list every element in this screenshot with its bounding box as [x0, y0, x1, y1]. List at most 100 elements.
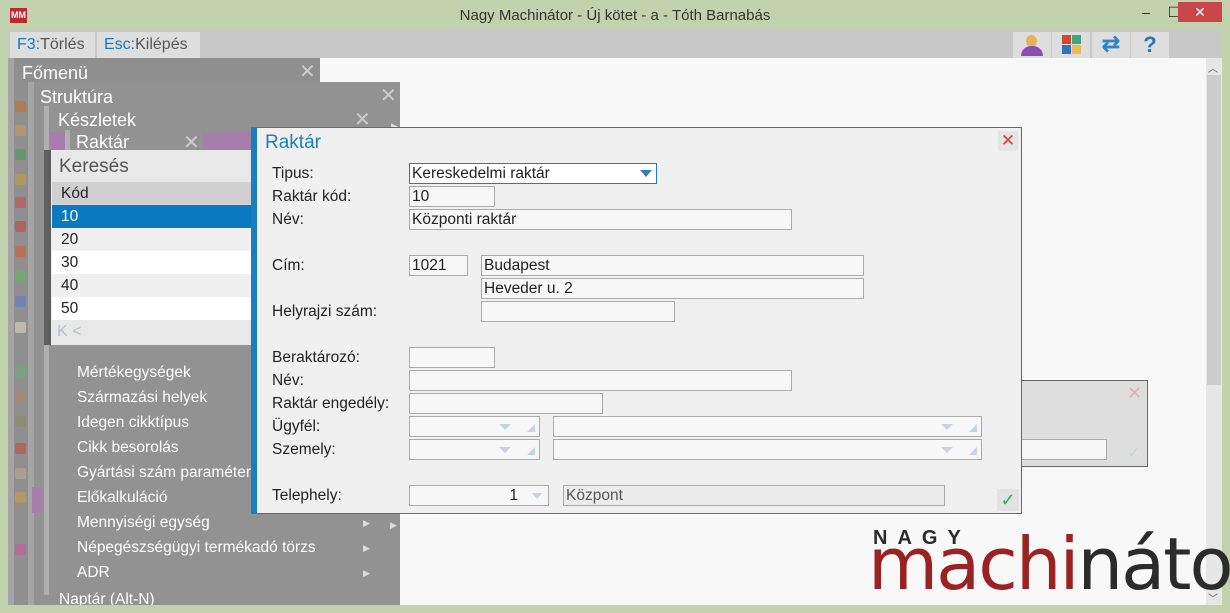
menu-item[interactable]: Cikk besorolás [77, 439, 179, 457]
close-icon[interactable]: ✕ [1127, 383, 1142, 404]
menu-title-keszletek[interactable]: Készletek [58, 110, 136, 131]
menu-item[interactable]: Idegen cikktípus [77, 414, 189, 432]
label: Név: [272, 211, 304, 228]
label: Telephely: [272, 487, 342, 504]
menu-item[interactable]: Gyártási szám paraméter [77, 464, 251, 482]
panel-edge [8, 58, 14, 605]
submenu-arrow-icon: ▶ [363, 568, 370, 578]
tiles-icon[interactable] [1052, 32, 1090, 58]
menu-icon[interactable] [15, 322, 26, 333]
menu-item[interactable]: Származási helyek [77, 389, 207, 407]
submenu-arrow-icon: ▶ [390, 520, 397, 530]
panel-edge [65, 130, 70, 150]
dialog-title: Raktár [265, 132, 321, 153]
menu-icon[interactable] [15, 271, 26, 282]
menu-icon[interactable] [15, 101, 26, 112]
ugyfel-name-combo[interactable] [553, 416, 982, 437]
menu-icon[interactable] [15, 296, 26, 307]
menu-item[interactable]: Népegészségügyi termékadó törzs [77, 539, 316, 557]
menu-highlight [50, 132, 65, 150]
check-icon[interactable]: ✓ [1127, 443, 1140, 463]
table-row[interactable]: 10 [52, 205, 251, 228]
menu-icon[interactable] [15, 246, 26, 257]
panel-edge [44, 345, 49, 595]
label: Beraktározó: [272, 349, 360, 366]
menu-icon[interactable] [15, 544, 26, 555]
menu-icon[interactable] [15, 443, 26, 454]
search-title: Keresés [59, 156, 129, 177]
logo: machinátor [868, 528, 1230, 600]
label: Cím: [272, 257, 305, 274]
pager-first-prev-icon[interactable]: K < [57, 323, 81, 341]
logo-part-dark: nátor [1077, 522, 1230, 606]
logo-part-red: machi [868, 522, 1079, 606]
switch-arrows-icon[interactable]: ⇄ [1092, 32, 1130, 58]
helyrajzi-input[interactable] [481, 301, 675, 322]
delete-button[interactable]: F3:Törlés [10, 32, 95, 58]
button-label: Kilépés [135, 36, 188, 53]
menu-icon[interactable] [15, 197, 26, 208]
minimize-button[interactable]: – [1132, 2, 1160, 22]
close-icon[interactable]: ✕ [380, 83, 397, 108]
scroll-up-icon[interactable]: ︿ [1208, 60, 1218, 75]
menu-item[interactable]: ADR [77, 564, 110, 582]
menu-icon[interactable] [15, 366, 26, 377]
street-input[interactable]: Heveder u. 2 [481, 278, 864, 299]
beraktarozo-nev-input[interactable] [409, 370, 792, 391]
menu-icon[interactable] [15, 149, 26, 160]
raktar-kod-input[interactable]: 10 [409, 186, 495, 207]
user-icon[interactable] [1013, 32, 1051, 58]
selected-value: 1 [509, 487, 518, 504]
exit-button[interactable]: Esc:Kilépés [97, 32, 200, 58]
nev-input[interactable]: Központi raktár [409, 209, 792, 230]
table-row[interactable]: 50 [52, 297, 251, 320]
chevron-down-icon[interactable] [640, 170, 652, 177]
engedely-input[interactable] [409, 393, 603, 414]
text-input[interactable] [1021, 439, 1107, 460]
help-icon[interactable]: ? [1131, 32, 1169, 58]
menu-icon[interactable] [15, 391, 26, 402]
label: Helyrajzi szám: [272, 303, 378, 320]
close-icon[interactable]: ✕ [299, 59, 316, 84]
telephely-select[interactable]: 1 [409, 485, 549, 506]
table-row[interactable]: 40 [52, 274, 251, 297]
menu-icon[interactable] [15, 416, 26, 427]
menu-icon[interactable] [15, 174, 26, 185]
szemely-combo[interactable] [409, 439, 540, 460]
menu-icon[interactable] [15, 221, 26, 232]
window-title: Nagy Machinátor - Új kötet - a - Tóth Ba… [459, 7, 771, 24]
city-input[interactable]: Budapest [481, 255, 864, 276]
chevron-down-icon[interactable] [532, 493, 542, 499]
submenu-arrow-icon: ▶ [363, 543, 370, 553]
menu-icon[interactable] [15, 125, 26, 136]
menu-item[interactable]: Mértékegységek [77, 364, 191, 382]
label: Raktár engedély: [272, 395, 390, 412]
tipus-select[interactable]: Kereskedelmi raktár [409, 163, 657, 184]
button-label: Törlés [40, 36, 85, 53]
table-row[interactable]: 20 [52, 228, 251, 251]
menu-item[interactable]: Előkalkuláció [77, 489, 167, 507]
label: Raktár kód: [272, 188, 352, 205]
menu-highlight [32, 487, 44, 513]
check-icon[interactable]: ✓ [997, 489, 1019, 511]
scrollbar-thumb[interactable] [1207, 75, 1221, 385]
selected-value: Kereskedelmi raktár [412, 165, 550, 182]
ugyfel-combo[interactable] [409, 416, 540, 437]
menu-icon[interactable] [15, 492, 26, 503]
label: Szemely: [272, 441, 336, 458]
szemely-name-combo[interactable] [553, 439, 982, 460]
label: Ügyfél: [272, 418, 321, 435]
label: Tipus: [272, 165, 314, 182]
table-row[interactable]: 30 [52, 251, 251, 274]
beraktarozo-input[interactable] [409, 347, 495, 368]
zip-input[interactable]: 1021 [409, 255, 468, 276]
menu-icon[interactable] [15, 468, 26, 479]
close-icon[interactable]: ✕ [998, 131, 1018, 151]
menu-title-fomenu[interactable]: Főmenü [22, 63, 88, 84]
menu-item-naptar[interactable]: Naptár (Alt-N) [59, 591, 155, 605]
menu-item[interactable]: Mennyiségi egység [77, 514, 210, 532]
shortcut-key: Esc: [104, 36, 136, 53]
close-button[interactable]: ✕ [1178, 2, 1222, 22]
column-header-kod[interactable]: Kód [52, 182, 251, 205]
menu-title-struktura[interactable]: Struktúra [40, 87, 113, 108]
